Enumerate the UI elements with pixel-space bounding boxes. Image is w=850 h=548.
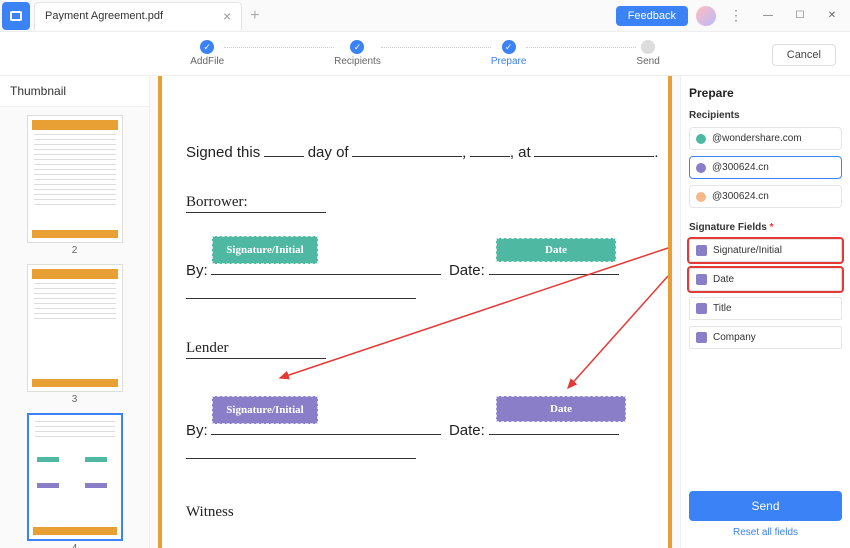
signed-line: Signed this day of , , at . (186, 144, 658, 162)
by-line-2: By: Date: (186, 422, 619, 440)
thumbnail-panel: Thumbnail 2 3 (0, 76, 150, 548)
step-send[interactable]: Send (636, 40, 659, 67)
signature-fields-label: Signature Fields * (689, 222, 842, 233)
signature-field-teal[interactable]: Signature/Initial (212, 236, 318, 264)
close-window-button[interactable]: ✕ (820, 4, 844, 28)
check-icon: ✓ (200, 40, 214, 54)
kebab-menu-icon[interactable]: ⋮ (724, 4, 748, 28)
thumbnail-page-3[interactable] (27, 264, 123, 392)
color-dot (696, 134, 706, 144)
date-field-purple[interactable]: Date (496, 396, 626, 422)
check-icon: ✓ (350, 40, 364, 54)
field-color-icon (696, 274, 707, 285)
sigfield-signature[interactable]: Signature/Initial (689, 239, 842, 262)
reset-all-fields-link[interactable]: Reset all fields (689, 527, 842, 538)
user-avatar[interactable] (696, 6, 716, 26)
maximize-button[interactable]: ☐ (788, 4, 812, 28)
prepare-panel: Prepare Recipients @wondershare.com @300… (680, 76, 850, 548)
thumbnail-item[interactable]: 2 (0, 115, 149, 256)
document-canvas[interactable]: Signed this day of , , at . Borrower: Si… (150, 76, 680, 548)
step-recipients[interactable]: ✓ Recipients (334, 40, 381, 67)
step-addfile[interactable]: ✓ AddFile (190, 40, 224, 67)
recipient-item[interactable]: @300624.cn (689, 185, 842, 208)
document-tab[interactable]: Payment Agreement.pdf × (34, 2, 242, 30)
color-dot (696, 192, 706, 202)
send-button[interactable]: Send (689, 491, 842, 521)
sigfield-company[interactable]: Company (689, 326, 842, 349)
add-tab-button[interactable]: + (250, 7, 259, 25)
recipients-section-label: Recipients (689, 110, 842, 121)
borrower-label: Borrower: (186, 194, 248, 211)
tab-title: Payment Agreement.pdf (45, 10, 163, 22)
date-field-teal[interactable]: Date (496, 238, 616, 262)
recipient-item[interactable]: @300624.cn (689, 156, 842, 179)
sigfield-date[interactable]: Date (689, 268, 842, 291)
minimize-button[interactable]: — (756, 4, 780, 28)
witness-label: Witness (186, 504, 234, 521)
thumbnail-title: Thumbnail (0, 76, 149, 107)
main-area: Thumbnail 2 3 (0, 76, 850, 548)
panel-title: Prepare (689, 86, 842, 100)
step-prepare[interactable]: ✓ Prepare (491, 40, 527, 67)
pending-icon (641, 40, 655, 54)
field-color-icon (696, 245, 707, 256)
thumbnail-page-2[interactable] (27, 115, 123, 243)
thumbnail-list[interactable]: 2 3 4 (0, 107, 149, 548)
close-tab-icon[interactable]: × (223, 8, 231, 24)
thumbnail-page-4[interactable] (27, 413, 123, 541)
check-icon: ✓ (502, 40, 516, 54)
signature-field-purple[interactable]: Signature/Initial (212, 396, 318, 424)
lender-label: Lender (186, 340, 228, 357)
cancel-button[interactable]: Cancel (772, 44, 836, 66)
field-color-icon (696, 303, 707, 314)
sigfield-title[interactable]: Title (689, 297, 842, 320)
titlebar: Payment Agreement.pdf × + Feedback ⋮ — ☐… (0, 0, 850, 32)
thumbnail-item[interactable]: 4 (0, 413, 149, 548)
feedback-button[interactable]: Feedback (616, 6, 688, 26)
document-page: Signed this day of , , at . Borrower: Si… (158, 76, 672, 548)
recipient-item[interactable]: @wondershare.com (689, 127, 842, 150)
stepper: ✓ AddFile ✓ Recipients ✓ Prepare Send Ca… (0, 32, 850, 76)
app-icon (2, 2, 30, 30)
thumbnail-item[interactable]: 3 (0, 264, 149, 405)
by-line-1: By: Date: (186, 262, 619, 280)
color-dot (696, 163, 706, 173)
field-color-icon (696, 332, 707, 343)
